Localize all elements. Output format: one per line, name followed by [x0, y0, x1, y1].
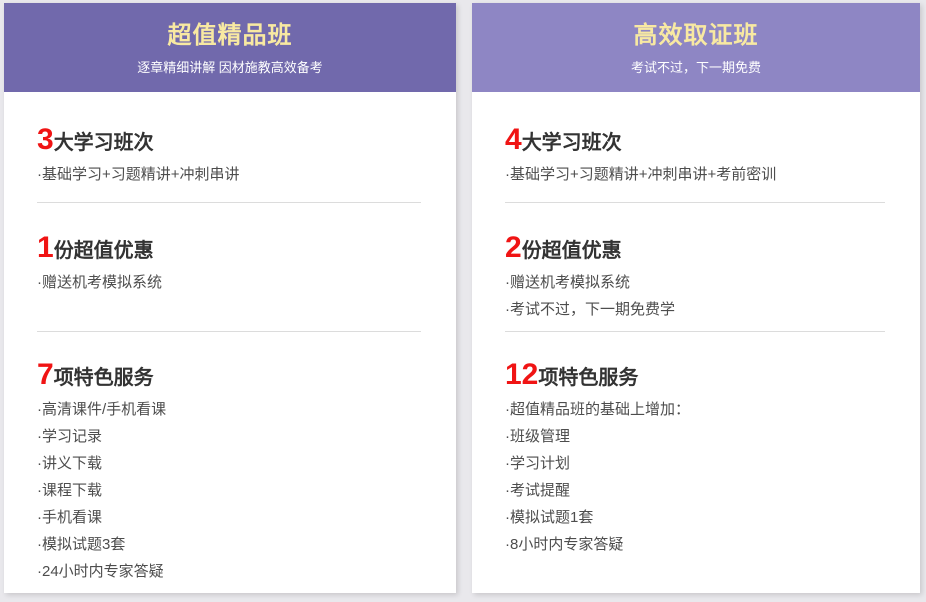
section-heading: 12项特色服务	[505, 360, 885, 393]
section-heading: 1份超值优惠	[37, 233, 421, 266]
list-item: ·讲义下载	[37, 450, 421, 477]
efficient-section-classes: 4大学习班次 ·基础学习+习题精讲+冲刺串讲+考前密训	[505, 92, 885, 203]
list-item: ·基础学习+习题精讲+冲刺串讲+考前密训	[505, 161, 885, 188]
section-heading: 3大学习班次	[37, 125, 421, 158]
efficient-section-services: 12项特色服务 ·超值精品班的基础上增加： ·班级管理 ·学习计划 ·考试提醒 …	[505, 332, 885, 593]
premium-card-subtitle: 逐章精细讲解 因材施教高效备考	[4, 57, 456, 76]
section-heading: 2份超值优惠	[505, 233, 885, 266]
list-item: ·8小时内专家答疑	[505, 531, 885, 558]
efficient-card-header: 高效取证班 考试不过，下一期免费	[472, 3, 920, 92]
premium-card-title: 超值精品班	[4, 21, 456, 51]
class-card-efficient[interactable]: 高效取证班 考试不过，下一期免费 4大学习班次 ·基础学习+习题精讲+冲刺串讲+…	[472, 3, 920, 593]
list-item: ·模拟试题3套	[37, 531, 421, 558]
list-item: ·赠送机考模拟系统	[505, 269, 885, 296]
feature-list: ·基础学习+习题精讲+冲刺串讲+考前密训	[505, 161, 885, 188]
feature-list: ·赠送机考模拟系统	[37, 269, 421, 296]
premium-section-classes: 3大学习班次 ·基础学习+习题精讲+冲刺串讲	[37, 92, 421, 203]
premium-section-discounts: 1份超值优惠 ·赠送机考模拟系统	[37, 203, 421, 332]
efficient-section-discounts: 2份超值优惠 ·赠送机考模拟系统 ·考试不过，下一期免费学	[505, 203, 885, 332]
list-item: ·24小时内专家答疑	[37, 558, 421, 585]
efficient-card-subtitle: 考试不过，下一期免费	[472, 57, 920, 76]
section-label: 项特色服务	[538, 367, 638, 389]
premium-section-services: 7项特色服务 ·高清课件/手机看课 ·学习记录 ·讲义下载 ·课程下载 ·手机看…	[37, 332, 421, 593]
section-label: 大学习班次	[54, 132, 154, 154]
list-item: ·手机看课	[37, 504, 421, 531]
list-item: ·超值精品班的基础上增加：	[505, 396, 885, 423]
premium-card-header: 超值精品班 逐章精细讲解 因材施教高效备考	[4, 3, 456, 92]
list-item: ·赠送机考模拟系统	[37, 269, 421, 296]
efficient-card-title: 高效取证班	[472, 21, 920, 51]
list-item: ·课程下载	[37, 477, 421, 504]
feature-list: ·赠送机考模拟系统 ·考试不过，下一期免费学	[505, 269, 885, 323]
class-comparison-page: 超值精品班 逐章精细讲解 因材施教高效备考 3大学习班次 ·基础学习+习题精讲+…	[0, 0, 926, 602]
section-count: 3	[37, 123, 54, 156]
list-item: ·考试不过，下一期免费学	[505, 296, 885, 323]
section-heading: 4大学习班次	[505, 125, 885, 158]
section-count: 4	[505, 123, 522, 156]
list-item: ·基础学习+习题精讲+冲刺串讲	[37, 161, 421, 188]
feature-list: ·高清课件/手机看课 ·学习记录 ·讲义下载 ·课程下载 ·手机看课 ·模拟试题…	[37, 396, 421, 585]
list-item: ·考试提醒	[505, 477, 885, 504]
section-count: 7	[37, 358, 54, 391]
section-count: 2	[505, 231, 522, 264]
list-item: ·班级管理	[505, 423, 885, 450]
section-count: 12	[505, 358, 538, 391]
section-label: 份超值优惠	[54, 240, 154, 262]
section-count: 1	[37, 231, 54, 264]
list-item: ·高清课件/手机看课	[37, 396, 421, 423]
section-heading: 7项特色服务	[37, 360, 421, 393]
section-label: 大学习班次	[522, 132, 622, 154]
list-item: ·学习记录	[37, 423, 421, 450]
list-item: ·学习计划	[505, 450, 885, 477]
section-label: 份超值优惠	[522, 240, 622, 262]
efficient-card-body: 4大学习班次 ·基础学习+习题精讲+冲刺串讲+考前密训 2份超值优惠 ·赠送机考…	[472, 92, 920, 593]
feature-list: ·基础学习+习题精讲+冲刺串讲	[37, 161, 421, 188]
list-item: ·模拟试题1套	[505, 504, 885, 531]
feature-list: ·超值精品班的基础上增加： ·班级管理 ·学习计划 ·考试提醒 ·模拟试题1套 …	[505, 396, 885, 558]
class-card-premium[interactable]: 超值精品班 逐章精细讲解 因材施教高效备考 3大学习班次 ·基础学习+习题精讲+…	[4, 3, 456, 593]
section-label: 项特色服务	[54, 367, 154, 389]
premium-card-body: 3大学习班次 ·基础学习+习题精讲+冲刺串讲 1份超值优惠 ·赠送机考模拟系统 …	[4, 92, 456, 593]
